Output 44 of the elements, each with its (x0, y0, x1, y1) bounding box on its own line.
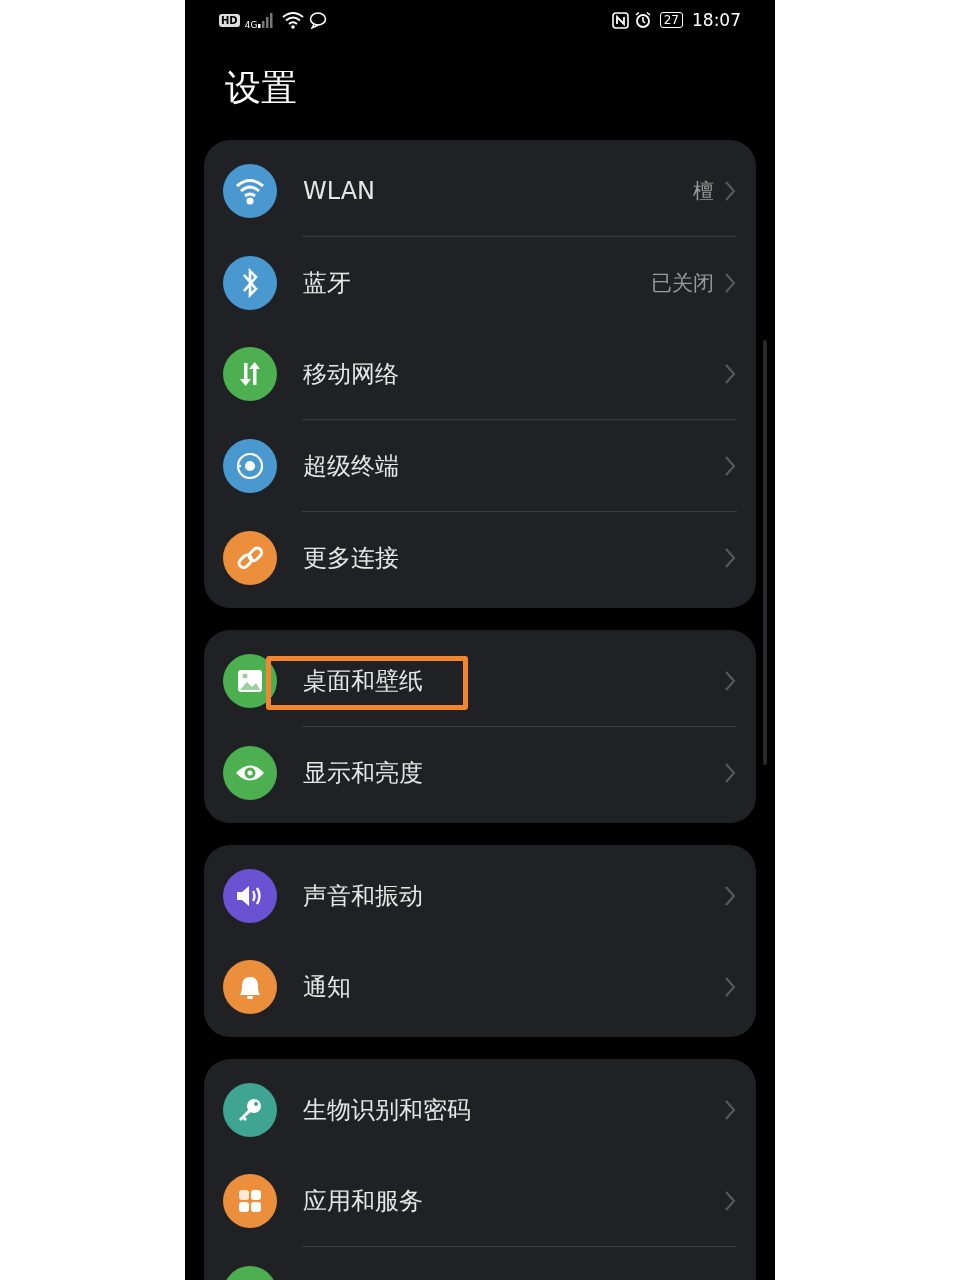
setting-label[interactable]: 桌面和壁纸 (303, 664, 423, 697)
setting-label[interactable]: 更多连接 (303, 541, 399, 574)
devices-icon (223, 438, 277, 493)
setting-label[interactable]: 显示和亮度 (303, 756, 423, 789)
bluetooth-icon (223, 255, 277, 310)
alarm-icon (633, 11, 652, 29)
clock: 18:07 (692, 10, 741, 30)
chevron-right-icon (724, 975, 736, 998)
setting-label[interactable]: 超级终端 (303, 449, 399, 482)
wifi-icon (223, 163, 277, 218)
sound-icon (223, 868, 277, 923)
setting-value: 檀 (693, 177, 714, 205)
wifi-icon (282, 11, 305, 29)
chevron-right-icon (724, 546, 736, 569)
apps-icon (223, 1173, 277, 1228)
setting-label[interactable]: 通知 (303, 970, 351, 1003)
chevron-right-icon (724, 362, 736, 385)
chevron-right-icon (724, 884, 736, 907)
chevron-right-icon (724, 454, 736, 477)
setting-label[interactable]: 声音和振动 (303, 879, 423, 912)
page-title: 设置 (224, 66, 298, 110)
eye-icon (223, 745, 277, 800)
chevron-right-icon (724, 1189, 736, 1212)
chevron-right-icon (724, 761, 736, 784)
chevron-right-icon (724, 179, 736, 202)
setting-label[interactable]: 蓝牙 (303, 266, 351, 299)
setting-label[interactable]: 生物识别和密码 (303, 1093, 471, 1126)
chevron-right-icon (724, 669, 736, 692)
network-type: 4G (244, 20, 258, 30)
key-icon (223, 1082, 277, 1137)
nfc-icon (611, 11, 629, 29)
setting-label[interactable]: 应用和服务 (303, 1184, 423, 1217)
signal-icon (258, 12, 275, 28)
battery-indicator: 27 (659, 12, 683, 28)
bell-icon (223, 959, 277, 1014)
setting-value: 已关闭 (651, 269, 714, 297)
link-icon (223, 530, 277, 585)
chevron-right-icon (724, 1098, 736, 1121)
setting-label[interactable]: 移动网络 (303, 357, 399, 390)
hd-badge: HD (219, 13, 240, 27)
mobile-data-icon (223, 346, 277, 401)
setting-label[interactable]: WLAN (303, 176, 376, 205)
image-icon (223, 653, 277, 708)
chevron-right-icon (724, 271, 736, 294)
